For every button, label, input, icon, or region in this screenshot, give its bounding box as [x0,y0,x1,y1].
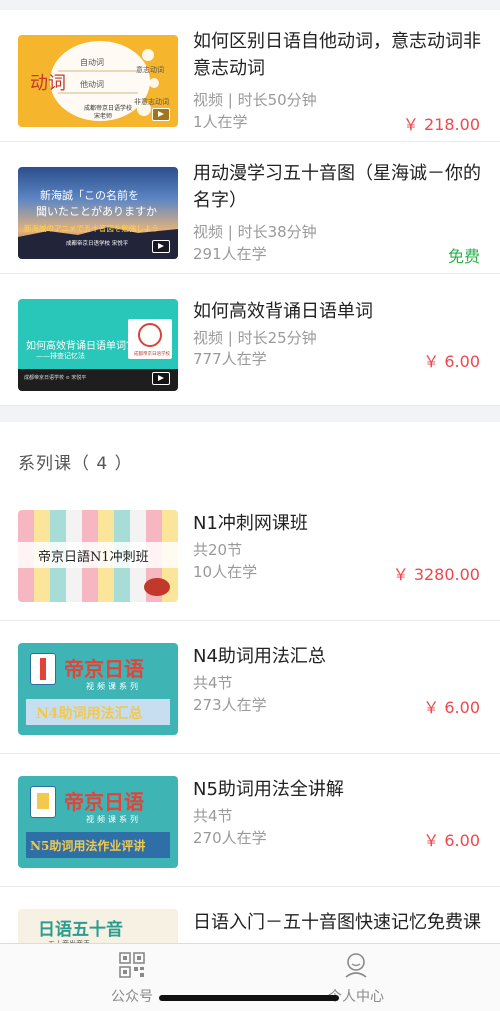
series-section-header: 系列课（ 4 ） [0,422,500,488]
course-learners: 1人在学 [193,113,248,131]
thumb-sub: 视频课系列 [86,815,141,824]
top-gap [0,0,500,10]
series-title[interactable]: 日语入门－五十音图快速记忆免费课 [193,909,482,936]
course-item[interactable]: 新海誠「この名前を 聞いたことがありますか 新海誠のアニメで五十音図を勉強しよう… [0,142,500,274]
thumb-line: 非意志动词 [134,98,169,106]
thumb-line: 意志动词 [136,66,164,74]
thumb-tag: N5助词用法作业评讲 [30,839,146,853]
badge-icon [144,578,170,596]
course-learners: 777人在学 [193,350,267,368]
series-price: ￥ 3280.00 [392,565,480,584]
series-lessons: 共4节 [193,674,233,692]
series-learners: 10人在学 [193,563,258,581]
course-thumbnail: 动词 自动词 他动词 意志动词 非意志动词 成都帝京日语学校 宋老师 [18,35,178,127]
bottom-tab-bar: 公众号 个人中心 [0,943,500,1011]
series-thumbnail: 帝京日语 视频课系列 N4助词用法汇总 [18,643,178,735]
thumb-text: 新海誠のアニメで五十音図を勉強しよう [24,224,159,233]
course-price: 免费 [447,247,480,266]
thumb-brand: 帝京日语 [64,657,144,681]
course-learners: 291人在学 [193,245,267,263]
course-thumbnail: 成都帝京日语学校 如何高效背诵日语单词? ——排查记忆法 成都帝京日语学校 ⊙ … [18,299,178,391]
thumb-teacher: 宋老师 [94,113,113,120]
series-learners: 270人在学 [193,829,267,847]
tower-icon [30,653,56,685]
course-price: ￥ 6.00 [423,352,480,371]
series-item[interactable]: 帝京日語N1冲刺班 N1冲刺网课班 共20节 10人在学 ￥ 3280.00 [0,488,500,621]
video-icon [152,372,170,385]
thumb-sub: 视频课系列 [86,682,141,691]
thumb-tag: N4助词用法汇总 [36,706,143,722]
thumb-text: 如何高效背诵日语单词? [26,341,132,352]
course-title[interactable]: 如何区别日语自他动词，意志动词非意志动词 [193,28,482,82]
series-thumbnail: 帝京日语 视频课系列 N5助词用法作业评讲 [18,776,178,868]
course-title[interactable]: 用动漫学习五十音图（星海诚－你的名字） [193,160,482,214]
thumb-line: 自动词 [80,58,104,67]
thumb-footer: 成都帝京日语学校 ⊙ 宋悦平 [24,375,87,381]
series-title[interactable]: N1冲刺网课班 [193,510,482,537]
course-meta: 视频 | 时长25分钟 [193,329,317,347]
course-meta: 视频 | 时长38分钟 [193,223,317,241]
user-icon [345,953,367,978]
series-title[interactable]: N4助词用法汇总 [193,643,482,670]
qrcode-icon [119,952,145,978]
series-section-title: 系列课（ 4 ） [18,454,133,474]
thumb-text: 聞いたことがありますか [36,205,157,218]
thumb-text: ——排查记忆法 [36,352,85,360]
series-item[interactable]: 帝京日语 视频课系列 N4助词用法汇总 N4助词用法汇总 共4节 273人在学 … [0,621,500,754]
series-learners: 273人在学 [193,696,267,714]
course-item[interactable]: 动词 自动词 他动词 意志动词 非意志动词 成都帝京日语学校 宋老师 如何区别日… [0,10,500,142]
series-lessons: 共20节 [193,541,243,559]
thumb-logo-text: 成都帝京日语学校 [134,352,170,357]
series-lessons: 共4节 [193,807,233,825]
series-price: ￥ 6.00 [423,831,480,850]
video-icon [152,108,170,121]
thumb-line: 他动词 [80,80,104,89]
course-item[interactable]: 成都帝京日语学校 如何高效背诵日语单词? ——排查记忆法 成都帝京日语学校 ⊙ … [0,274,500,406]
series-price: ￥ 6.00 [423,698,480,717]
course-title[interactable]: 如何高效背诵日语单词 [193,298,482,325]
series-item[interactable]: 帝京日语 视频课系列 N5助词用法作业评讲 N5助词用法全讲解 共4节 270人… [0,754,500,887]
video-icon [152,240,170,253]
thumb-school: 成都帝京日语学校 宋悦平 [66,241,129,247]
course-price: ￥ 218.00 [402,115,480,134]
home-indicator[interactable] [159,995,339,1001]
thumb-text: 新海誠「この名前を [40,189,139,202]
series-title[interactable]: N5助词用法全讲解 [193,776,482,803]
thumb-text: 日语五十音 [38,920,123,940]
course-meta: 视频 | 时长50分钟 [193,91,317,109]
course-thumbnail: 新海誠「この名前を 聞いたことがありますか 新海誠のアニメで五十音図を勉強しよう… [18,167,178,259]
thumb-big-text: 动词 [30,73,66,94]
thumb-text: 帝京日語N1冲刺班 [38,550,149,565]
thumb-brand: 帝京日语 [64,790,144,814]
section-divider [0,406,500,422]
flag-icon [30,786,56,818]
series-thumbnail: 帝京日語N1冲刺班 [18,510,178,602]
